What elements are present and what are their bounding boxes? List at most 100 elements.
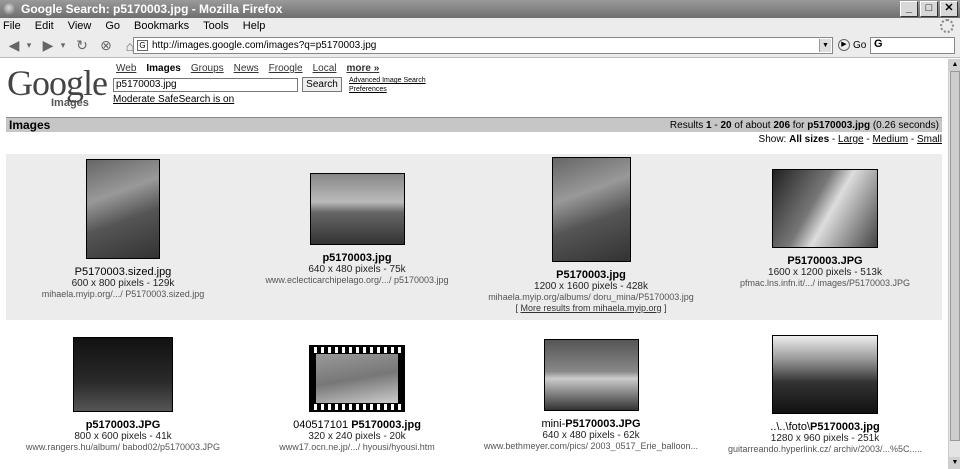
image-thumbnail[interactable] [772, 335, 878, 414]
image-source: www.bethmeyer.com/pics/ 2003_0517_Erie_b… [483, 441, 699, 451]
image-meta: 320 x 240 pixels - 20k [308, 431, 406, 442]
tab-groups[interactable]: Groups [191, 63, 224, 74]
menu-tools[interactable]: Tools [203, 20, 229, 32]
results-prefix: Results [669, 119, 707, 131]
image-source: www.eclecticarchipelago.org/.../ p517000… [265, 275, 449, 285]
toolbar-search-engine: G [874, 38, 883, 50]
filename-prefix: ..\..\foto\ [770, 421, 811, 433]
search-tabs: Web Images Groups News Froogle Local mor… [116, 63, 379, 74]
filename-prefix: mini- [541, 418, 566, 430]
size-filter: Show: All sizes - Large - Medium - Small [759, 134, 942, 145]
image-thumbnail[interactable] [309, 173, 405, 245]
image-filename[interactable]: P5170003.JPG [708, 255, 942, 267]
stop-icon[interactable]: ⊗ [96, 36, 116, 56]
tab-froogle[interactable]: Froogle [269, 63, 303, 74]
results-header-bar: Images Results 1 - 20 of about 206 for p… [6, 117, 942, 132]
menu-go[interactable]: Go [105, 20, 120, 32]
image-thumbnail[interactable] [73, 337, 173, 412]
scroll-up-icon[interactable]: ▲ [949, 59, 960, 71]
image-result: 040517101 P5170003.jpg 320 x 240 pixels … [240, 345, 474, 453]
google-logo[interactable]: Google Images [7, 65, 108, 109]
tab-news[interactable]: News [234, 63, 259, 74]
filename-match: P5170003.JPG [787, 255, 863, 267]
image-meta: 640 x 480 pixels - 75k [308, 264, 406, 275]
total-results: 206 [773, 119, 791, 131]
range-sep: - [711, 119, 721, 131]
advanced-links: Advanced Image Search Preferences [349, 76, 426, 94]
filename-match: p5170003.jpg [322, 252, 392, 264]
throbber-icon [940, 19, 954, 33]
image-thumbnail[interactable] [551, 157, 631, 262]
image-source: guitarreando.hyperlink.cz/ archiv/2003/.… [727, 444, 923, 454]
filename-suffix: P5170003.sized.jpg [74, 266, 172, 278]
results-query: p5170003.jpg [807, 119, 871, 131]
page-content: Google Images Web Images Groups News Fro… [0, 59, 948, 469]
image-filename[interactable]: ..\..\foto\P5170003.jpg [708, 421, 942, 433]
range-end: 20 [720, 119, 732, 131]
menu-file[interactable]: File [3, 20, 21, 32]
image-thumbnail[interactable] [309, 345, 405, 412]
image-source: mihaela.myip.org/.../ P5170003.sized.jpg [41, 289, 205, 299]
menu-view[interactable]: View [68, 20, 92, 32]
forward-icon[interactable]: ▶ [38, 36, 58, 56]
image-source: www.rangers.hu/album/ babod02/p5170003.J… [25, 442, 221, 452]
maximize-button[interactable]: □ [920, 1, 938, 17]
safesearch-link[interactable]: Moderate SafeSearch is on [113, 94, 234, 105]
menu-edit[interactable]: Edit [35, 20, 54, 32]
image-meta: 800 x 600 pixels - 41k [74, 431, 172, 442]
image-thumbnail[interactable] [86, 159, 160, 259]
image-filename[interactable]: 040517101 P5170003.jpg [240, 419, 474, 431]
url-dropdown-icon[interactable]: ▼ [819, 39, 831, 52]
more-bracket-close: ] [661, 303, 667, 313]
size-medium-link[interactable]: Medium [873, 134, 909, 145]
section-title: Images [9, 118, 51, 132]
size-small-link[interactable]: Small [917, 134, 942, 145]
image-filename[interactable]: p5170003.JPG [6, 419, 240, 431]
scroll-down-icon[interactable]: ▼ [949, 457, 960, 469]
advanced-image-search-link[interactable]: Advanced Image Search [349, 76, 426, 85]
go-button[interactable]: ▶ Go [838, 39, 866, 51]
results-summary: Results 1 - 20 of about 206 for p5170003… [670, 120, 939, 131]
image-result: P5170003.sized.jpg 600 x 800 pixels - 12… [6, 159, 240, 300]
scroll-thumb[interactable] [950, 71, 960, 441]
tab-local[interactable]: Local [313, 63, 337, 74]
of-about: of about [731, 119, 774, 131]
size-large-link[interactable]: Large [838, 134, 864, 145]
close-button[interactable]: ✕ [940, 1, 958, 17]
tab-more[interactable]: more » [346, 63, 379, 74]
back-icon[interactable]: ◀ [4, 36, 24, 56]
toolbar-search-box[interactable]: G [870, 37, 955, 54]
image-filename[interactable]: P5170003.jpg [474, 269, 708, 281]
tab-images: Images [146, 63, 181, 74]
preferences-link[interactable]: Preferences [349, 85, 426, 94]
image-thumbnail[interactable] [772, 169, 878, 248]
navigation-toolbar: ◀ ▾ ▶ ▾ ↻ ⊗ ⌂ G http://images.google.com… [0, 34, 960, 58]
vertical-scrollbar[interactable]: ▲ ▼ [948, 59, 960, 469]
filename-match: P5170003.jpg [810, 421, 880, 433]
size-all: All sizes [789, 134, 830, 145]
image-result: P5170003.jpg 1200 x 1600 pixels - 428k m… [474, 157, 708, 314]
menu-help[interactable]: Help [243, 20, 266, 32]
for-label: for [790, 119, 808, 131]
image-thumbnail[interactable] [543, 339, 639, 411]
menu-bar: File Edit View Go Bookmarks Tools Help [0, 18, 960, 34]
url-text: http://images.google.com/images?q=p51700… [152, 40, 377, 51]
image-meta: 1600 x 1200 pixels - 513k [768, 267, 882, 278]
search-button[interactable]: Search [302, 77, 342, 92]
url-bar[interactable]: G http://images.google.com/images?q=p517… [133, 37, 833, 54]
go-label: Go [853, 39, 867, 51]
tab-web[interactable]: Web [116, 63, 136, 74]
image-filename[interactable]: mini-P5170003.JPG [474, 418, 708, 430]
window-title: Google Search: p5170003.jpg - Mozilla Fi… [21, 2, 283, 16]
image-filename[interactable]: P5170003.sized.jpg [6, 266, 240, 278]
more-results-link[interactable]: More results from mihaela.myip.org [520, 303, 661, 313]
menu-bookmarks[interactable]: Bookmarks [134, 20, 189, 32]
reload-icon[interactable]: ↻ [72, 36, 92, 56]
filename-match: P5170003.jpg [556, 269, 626, 281]
search-time: (0.26 seconds) [870, 119, 939, 131]
search-input[interactable]: p5170003.jpg [113, 78, 298, 92]
back-dropdown-icon[interactable]: ▾ [24, 36, 34, 56]
forward-dropdown-icon[interactable]: ▾ [58, 36, 68, 56]
minimize-button[interactable]: _ [900, 1, 918, 17]
image-filename[interactable]: p5170003.jpg [240, 252, 474, 264]
